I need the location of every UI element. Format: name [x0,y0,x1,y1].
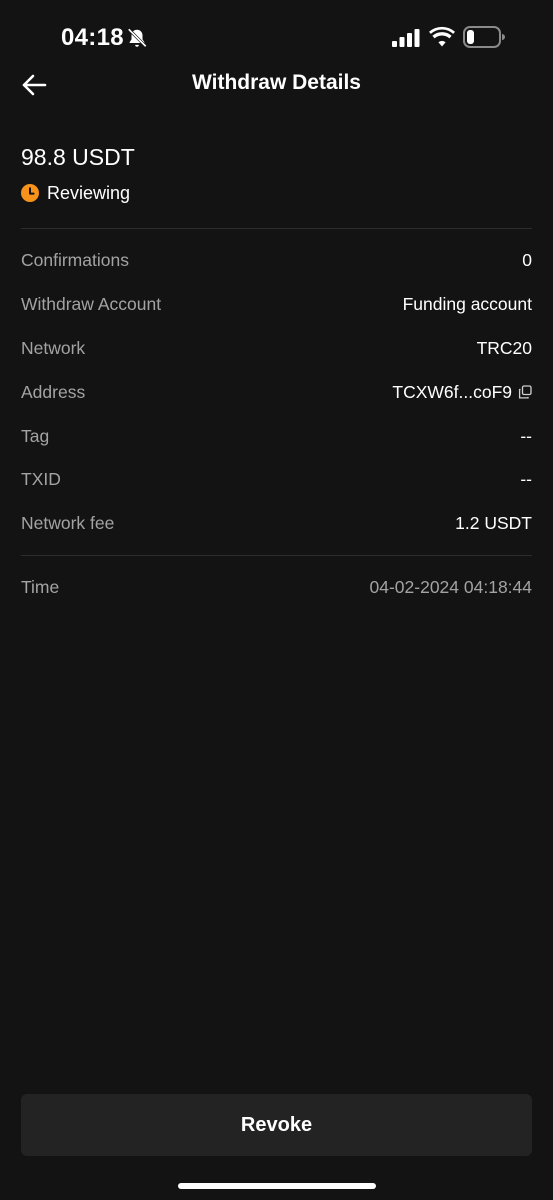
detail-row-confirmations: Confirmations 0 [21,239,532,283]
detail-row-withdraw-account: Withdraw Account Funding account [21,283,532,327]
detail-row-network-fee: Network fee 1.2 USDT [21,502,532,546]
row-value: -- [520,469,532,490]
page-title: Withdraw Details [191,71,361,94]
row-value: TRC20 [476,337,532,358]
status-time: 04:18 [61,24,124,51]
time-value: 04-02-2024 04:18:44 [369,577,533,597]
time-label: Time [21,577,60,597]
row-label: Network [21,337,86,358]
detail-row-txid: TXID -- [21,458,532,502]
status-badge: Reviewing [21,181,130,205]
address-value: TCXW6f...coF9 [392,382,532,403]
row-label: Withdraw Account [21,294,162,315]
row-label: Network fee [21,513,115,534]
battery-icon [463,26,505,48]
clock-icon [21,184,39,202]
revoke-button[interactable]: Revoke [21,1094,532,1156]
copy-icon[interactable] [518,385,532,399]
row-value: 1.2 USDT [455,513,532,534]
header: Withdraw Details [0,62,553,108]
row-value: Funding account [402,294,532,315]
address-text: TCXW6f...coF9 [392,381,512,402]
row-value: 0 [522,250,532,271]
row-label: Address [21,381,86,402]
details-list: Confirmations 0 Withdraw Account Funding… [21,239,532,546]
detail-row-time: Time 04-02-2024 04:18:44 [21,566,532,609]
home-indicator[interactable] [178,1183,376,1189]
row-value: -- [520,425,532,446]
row-label: Tag [21,425,50,446]
withdraw-amount: 98.8 USDT [21,144,135,170]
detail-row-tag: Tag -- [21,414,532,458]
detail-row-address: Address TCXW6f...coF9 [21,370,532,414]
signal-icon [392,29,420,47]
wifi-icon [429,26,455,47]
bell-off-icon [127,28,147,48]
divider [21,228,532,229]
screen: 04:18 Withdraw Details 98.8 USDT Reviewi… [0,0,553,1200]
detail-row-network: Network TRC20 [21,327,532,371]
divider [21,555,532,556]
row-label: Confirmations [21,250,129,271]
row-label: TXID [21,469,61,490]
status-text: Reviewing [47,182,131,203]
